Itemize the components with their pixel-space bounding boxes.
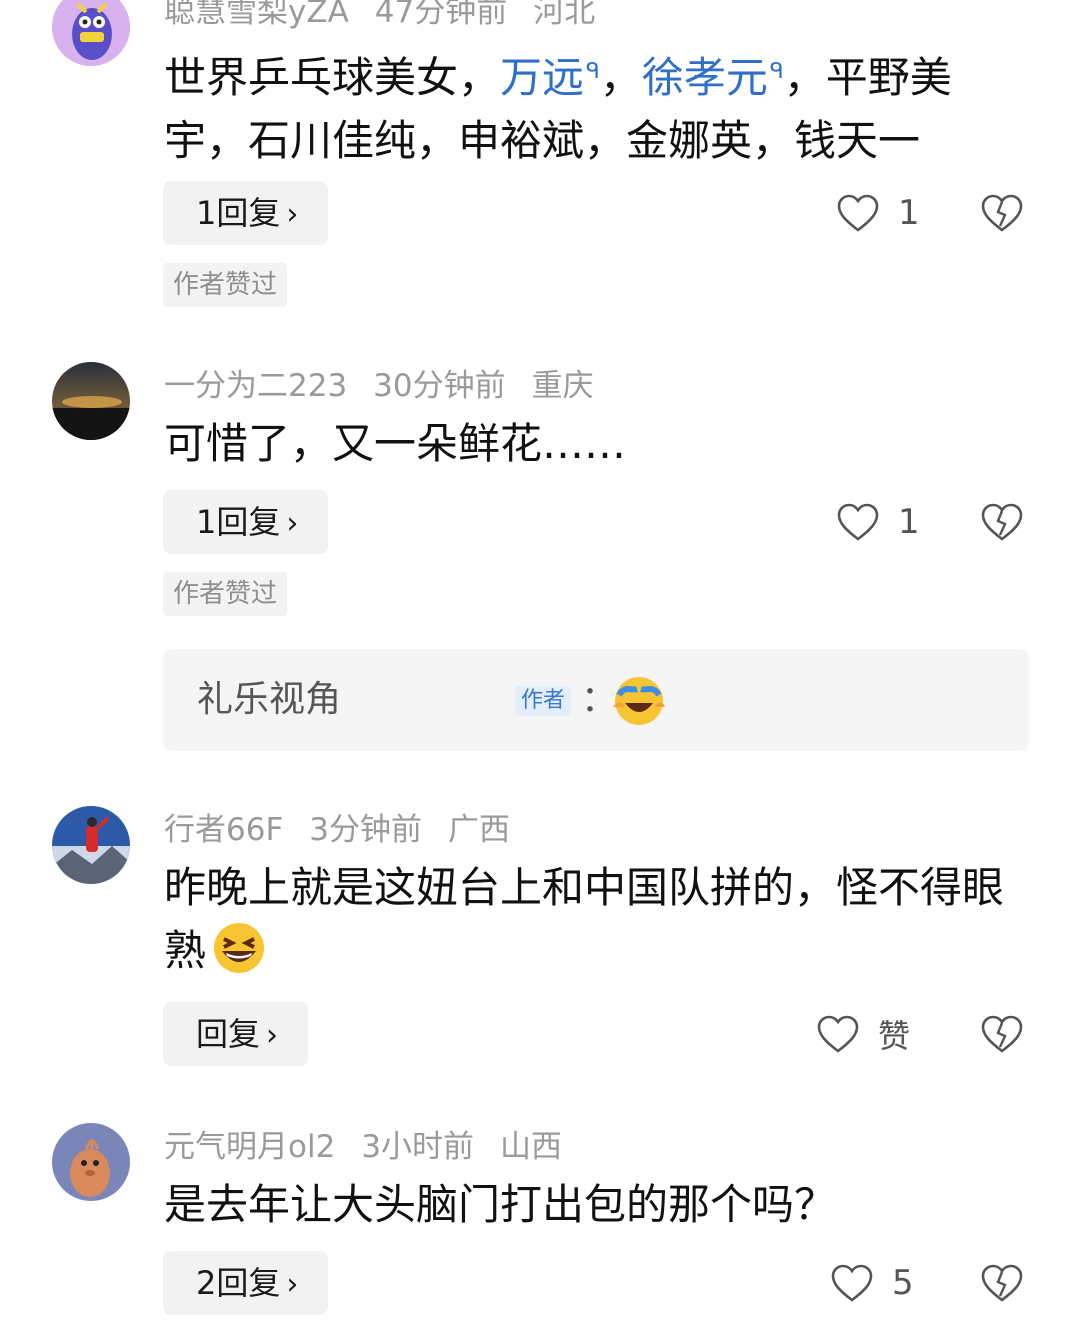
- comment-meta: 行者66F 3分钟前 广西: [164, 810, 536, 850]
- comment-text: 是去年让大头脑门打出包的那个吗？: [164, 1180, 837, 1229]
- chevron-right-icon: ›: [286, 506, 299, 541]
- username[interactable]: 行者66F: [164, 812, 283, 848]
- like-count: 1: [898, 193, 920, 233]
- author-liked-tag: 作者赞过: [163, 572, 288, 616]
- chevron-right-icon: ›: [266, 1018, 279, 1053]
- heart-outline-icon: [837, 503, 879, 541]
- comment-time: 47分钟前: [374, 0, 508, 30]
- reply-button[interactable]: 1回复 ›: [163, 490, 329, 554]
- username[interactable]: 一分为二223: [164, 368, 347, 404]
- broken-heart-icon[interactable]: [980, 1263, 1024, 1303]
- comment-time: 3小时前: [361, 1129, 475, 1165]
- heart-outline-icon: [831, 1264, 873, 1302]
- broken-heart-icon[interactable]: [980, 193, 1024, 233]
- user-avatar[interactable]: [52, 806, 130, 884]
- comment-text: 可惜了，又一朵鲜花……: [164, 419, 627, 468]
- comment-time: 3分钟前: [309, 812, 423, 848]
- like-label: 赞: [878, 1017, 911, 1055]
- like-button[interactable]: 5: [830, 1255, 914, 1311]
- comment-location: 重庆: [531, 368, 594, 404]
- broken-heart-icon[interactable]: [980, 1014, 1024, 1054]
- like-button[interactable]: 赞: [816, 1006, 910, 1062]
- author-liked-tag: 作者赞过: [163, 263, 288, 307]
- comment-location: 河北: [533, 0, 596, 30]
- user-avatar[interactable]: [52, 1123, 130, 1201]
- reply-button[interactable]: 2回复 ›: [163, 1251, 329, 1315]
- user-avatar[interactable]: [52, 0, 130, 66]
- author-name[interactable]: 礼乐视角: [197, 677, 341, 723]
- mention-link[interactable]: 徐孝元ᑫ: [642, 53, 784, 102]
- laugh-cry-emoji: [613, 677, 665, 725]
- cartoon-avatar-icon: [52, 0, 130, 66]
- sunset-avatar-icon: [52, 362, 130, 440]
- like-button[interactable]: 1: [836, 494, 920, 550]
- like-button[interactable]: 1: [836, 185, 920, 241]
- search-hint-icon: ᑫ: [769, 59, 784, 84]
- comment-meta: 一分为二223 30分钟前 重庆: [164, 366, 620, 406]
- like-count: 5: [892, 1263, 914, 1303]
- mountain-avatar-icon: [52, 806, 130, 884]
- author-badge: 作者: [515, 686, 572, 716]
- heart-outline-icon: [837, 194, 879, 232]
- comment-time: 30分钟前: [373, 368, 506, 404]
- reply-button[interactable]: 回复 ›: [163, 1002, 309, 1066]
- comment-meta: 元气明月ol2 3小时前 山西: [164, 1127, 588, 1167]
- author-reply-preview[interactable]: 礼乐视角 作者 ：: [163, 649, 1029, 751]
- grin-emoji: [214, 923, 265, 973]
- heart-outline-icon: [817, 1015, 859, 1053]
- cartoon-bird-avatar-icon: [52, 1123, 130, 1201]
- username[interactable]: 元气明月ol2: [164, 1129, 335, 1165]
- comment-text: 世界乒乓球美女，万远ᑫ，徐孝元ᑫ，平野美宇，石川佳纯，申裕斌，金娜英，钱天一: [164, 53, 952, 165]
- comment-location: 山西: [500, 1129, 563, 1165]
- comment-text: 昨晚上就是这妞台上和中国队拼的，怪不得眼熟: [164, 863, 1005, 975]
- chevron-right-icon: ›: [286, 1267, 299, 1302]
- search-hint-icon: ᑫ: [586, 59, 600, 84]
- comment-location: 广西: [448, 812, 511, 848]
- user-avatar[interactable]: [52, 362, 130, 440]
- like-count: 1: [898, 502, 920, 542]
- username[interactable]: 聪慧雪梨yZA: [164, 0, 349, 30]
- comment-meta: 聪慧雪梨yZA 47分钟前 河北: [164, 0, 621, 32]
- chevron-right-icon: ›: [286, 197, 299, 232]
- reply-button[interactable]: 1回复 ›: [163, 181, 329, 245]
- mention-link[interactable]: 万远ᑫ: [500, 53, 600, 102]
- broken-heart-icon[interactable]: [980, 502, 1024, 542]
